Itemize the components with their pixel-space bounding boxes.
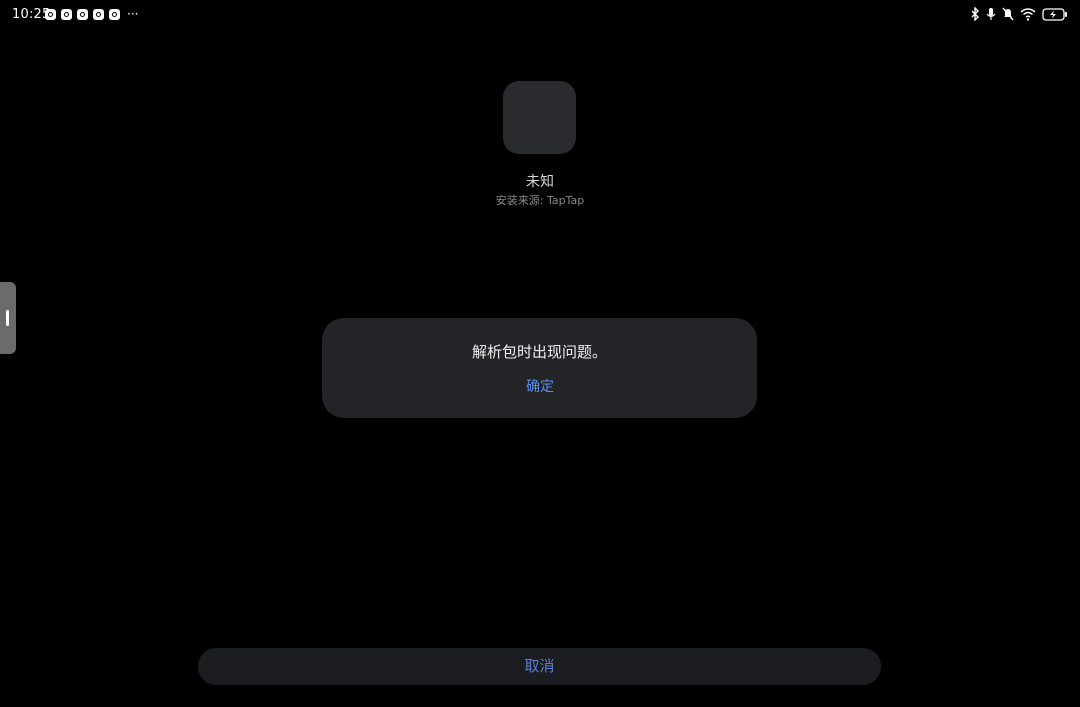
microphone-icon: [986, 8, 996, 20]
cancel-button[interactable]: 取消: [198, 648, 881, 685]
system-icons: [970, 7, 1068, 21]
app-notification-icon: [109, 9, 120, 20]
install-source: 安装来源: TapTap: [495, 194, 585, 207]
app-notification-icon: [77, 9, 88, 20]
more-notifications-icon: ···: [127, 7, 139, 21]
error-dialog: 解析包时出现问题。 确定: [322, 318, 757, 418]
battery-charging-icon: [1042, 7, 1067, 21]
app-icon: [503, 81, 576, 154]
dialog-message: 解析包时出现问题。: [471, 343, 607, 361]
notification-icons: ···: [45, 7, 139, 21]
confirm-button[interactable]: 确定: [509, 374, 571, 400]
app-notification-icon: [45, 9, 56, 20]
app-notification-icon: [61, 9, 72, 20]
installer-screen: 10:25 ··· 未知 安装来源: TapTap 解析包时出现问题。 确定 取…: [0, 0, 1080, 707]
app-name: 未知: [526, 174, 554, 190]
status-bar: 10:25 ···: [0, 0, 1080, 30]
side-panel-handle[interactable]: [0, 282, 16, 354]
mute-icon: [1002, 7, 1014, 21]
bluetooth-icon: [971, 7, 979, 21]
app-notification-icon: [93, 9, 104, 20]
wifi-icon: [1020, 7, 1036, 21]
